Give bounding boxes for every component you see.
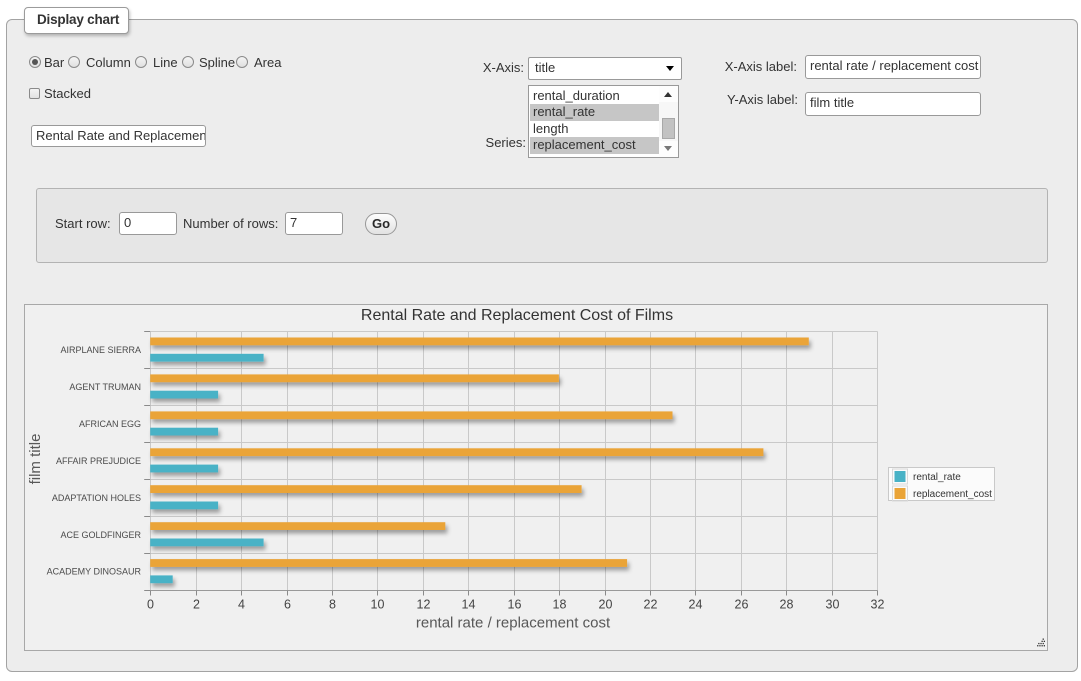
svg-text:ACADEMY DINOSAUR: ACADEMY DINOSAUR (47, 567, 142, 577)
svg-text:6: 6 (284, 598, 291, 612)
svg-text:30: 30 (826, 598, 840, 612)
svg-text:2: 2 (193, 598, 200, 612)
svg-text:ADAPTATION HOLES: ADAPTATION HOLES (52, 493, 141, 503)
svg-text:film title: film title (27, 434, 44, 485)
svg-text:ACE GOLDFINGER: ACE GOLDFINGER (60, 530, 141, 540)
svg-text:28: 28 (780, 598, 794, 612)
svg-text:AFFAIR PREJUDICE: AFFAIR PREJUDICE (56, 456, 141, 466)
svg-text:rental rate / replacement cost: rental rate / replacement cost (416, 615, 611, 632)
svg-text:AFRICAN EGG: AFRICAN EGG (79, 419, 141, 429)
svg-text:4: 4 (238, 598, 245, 612)
svg-text:8: 8 (329, 598, 336, 612)
svg-text:26: 26 (735, 598, 749, 612)
svg-text:replacement_cost: replacement_cost (913, 489, 992, 500)
svg-text:0: 0 (147, 598, 154, 612)
svg-text:18: 18 (553, 598, 567, 612)
svg-text:AIRPLANE SIERRA: AIRPLANE SIERRA (60, 345, 141, 355)
svg-text:16: 16 (508, 598, 522, 612)
svg-text:12: 12 (417, 598, 431, 612)
svg-text:AGENT TRUMAN: AGENT TRUMAN (69, 382, 141, 392)
svg-text:20: 20 (599, 598, 613, 612)
svg-text:22: 22 (644, 598, 658, 612)
svg-text:10: 10 (371, 598, 385, 612)
svg-text:32: 32 (871, 598, 885, 612)
svg-text:14: 14 (462, 598, 476, 612)
svg-text:rental_rate: rental_rate (913, 472, 961, 483)
svg-text:Rental Rate and Replacement Co: Rental Rate and Replacement Cost of Film… (361, 307, 673, 324)
svg-text:24: 24 (689, 598, 703, 612)
